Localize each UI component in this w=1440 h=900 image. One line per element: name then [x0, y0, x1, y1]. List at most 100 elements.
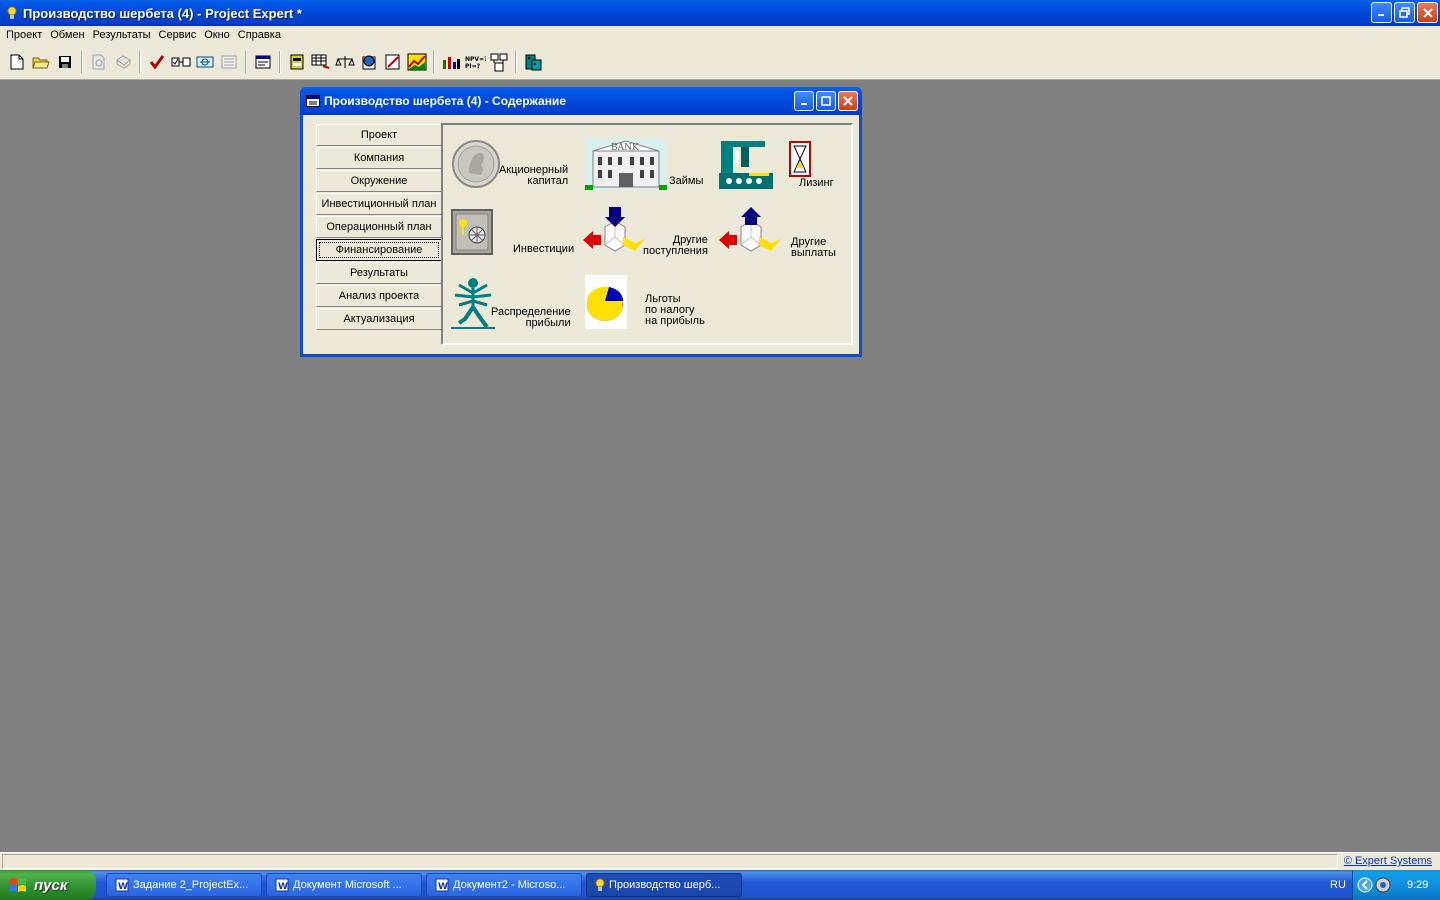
window-menu-icon[interactable]: [306, 95, 320, 107]
expert-systems-link[interactable]: © Expert Systems: [1344, 855, 1432, 867]
taskbar-task-4[interactable]: Производство шерб...: [586, 873, 742, 897]
status-bar: © Expert Systems: [0, 852, 1440, 870]
nav-actualization[interactable]: Актуализация: [316, 308, 442, 330]
menu-results[interactable]: Результаты: [89, 29, 155, 41]
nav-results[interactable]: Результаты: [316, 262, 442, 284]
loans-item[interactable]: BANK Займы: [585, 137, 703, 191]
inflow-arrows-icon: [583, 207, 647, 259]
svg-text:W: W: [118, 882, 128, 892]
investments-item[interactable]: Инвестиции: [451, 209, 574, 257]
cashflow-icon[interactable]: [310, 51, 332, 73]
financing-panel: Акционерный капитал BANK Займы Лизинг Ин…: [441, 123, 853, 345]
content-close-button[interactable]: [838, 91, 858, 111]
coin-icon: [451, 139, 501, 189]
menu-service[interactable]: Сервис: [155, 29, 201, 41]
section-nav: Проект Компания Окружение Инвестиционный…: [316, 124, 442, 331]
tray-expand-icon[interactable]: [1357, 877, 1373, 893]
table-icon[interactable]: [286, 51, 308, 73]
svg-text:PI=?: PI=?: [465, 63, 481, 70]
safe-icon: [451, 209, 495, 257]
svg-text:NPV=?: NPV=?: [465, 56, 486, 63]
taskbar-task-1-label: Задание 2_ProjectEx...: [133, 879, 249, 891]
svg-text:W: W: [278, 882, 288, 892]
other-income-item[interactable]: Другие поступления: [583, 207, 708, 259]
menu-exchange[interactable]: Обмен: [46, 29, 88, 41]
globe-doc-icon[interactable]: [358, 51, 380, 73]
restore-button[interactable]: [1394, 2, 1415, 23]
equity-item[interactable]: Акционерный капитал: [451, 139, 568, 189]
taskbar-task-2-label: Документ Microsoft ...: [293, 879, 402, 891]
lightbulb-icon: [5, 5, 19, 21]
language-indicator[interactable]: RU: [1330, 879, 1346, 891]
other-payments-label-2: выплаты: [791, 247, 836, 259]
window-icon[interactable]: [252, 51, 274, 73]
network-icon[interactable]: [1375, 877, 1391, 893]
calc-icon[interactable]: [194, 51, 216, 73]
nav-project[interactable]: Проект: [316, 124, 442, 146]
new-file-icon[interactable]: [6, 51, 28, 73]
start-button[interactable]: пуск: [0, 870, 96, 900]
app-titlebar[interactable]: Производство шербета (4) - Project Exper…: [0, 0, 1440, 26]
checklist-icon[interactable]: [170, 51, 192, 73]
profit-distribution-item[interactable]: Распределение прибыли: [451, 275, 571, 329]
content-window-titlebar[interactable]: Производство шербета (4) - Содержание: [300, 87, 862, 115]
taskbar-task-4-label: Производство шерб...: [609, 879, 721, 891]
nav-project-analysis[interactable]: Анализ проекта: [316, 285, 442, 307]
minimize-button[interactable]: [1371, 2, 1392, 23]
toolbar: NPV=? PI=?: [0, 44, 1440, 80]
nav-environment[interactable]: Окружение: [316, 170, 442, 192]
menu-project[interactable]: Проект: [2, 29, 46, 41]
bank-icon: BANK: [585, 137, 667, 191]
toolbar-separator: [279, 50, 281, 73]
document-icon[interactable]: [218, 51, 240, 73]
taskbar-task-1[interactable]: W Задание 2_ProjectEx...: [106, 873, 262, 897]
taskbar-task-2[interactable]: W Документ Microsoft ...: [266, 873, 422, 897]
windows-logo-icon: [8, 876, 28, 894]
taskbar-task-3-label: Документ2 - Microso...: [453, 879, 566, 891]
other-payments-item[interactable]: Другие выплаты: [719, 207, 836, 259]
balance-icon[interactable]: [334, 51, 356, 73]
npv-pi-icon[interactable]: NPV=? PI=?: [464, 51, 486, 73]
check-icon[interactable]: [146, 51, 168, 73]
status-pane: [2, 854, 1338, 869]
taskbar-task-3[interactable]: W Документ2 - Microso...: [426, 873, 582, 897]
tax-benefits-label-3: на прибыль: [645, 315, 705, 327]
tax-benefits-item[interactable]: Льготы по налогу на прибыль: [585, 275, 705, 329]
system-tray: 9:29: [1352, 870, 1440, 900]
toolbar-separator: [515, 50, 517, 73]
profit-distribution-label-2: прибыли: [525, 317, 571, 329]
print-preview-icon[interactable]: [88, 51, 110, 73]
building-icon[interactable]: [522, 51, 544, 73]
open-folder-icon[interactable]: [30, 51, 52, 73]
investments-label: Инвестиции: [513, 243, 575, 255]
chart-icon[interactable]: [406, 51, 428, 73]
nav-company[interactable]: Компания: [316, 147, 442, 169]
print-icon[interactable]: [112, 51, 134, 73]
content-maximize-button[interactable]: [816, 91, 836, 111]
nav-operational-plan[interactable]: Операционный план: [316, 216, 442, 238]
toolbar-separator: [433, 50, 435, 73]
shiva-icon: [451, 275, 495, 329]
structure-icon[interactable]: [488, 51, 510, 73]
nav-investment-plan[interactable]: Инвестиционный план: [316, 193, 442, 215]
close-button[interactable]: [1417, 2, 1438, 23]
start-label: пуск: [34, 876, 68, 894]
other-income-label-2: поступления: [643, 245, 708, 257]
content-window: Производство шербета (4) - Содержание Пр…: [300, 87, 862, 357]
bar-chart-icon[interactable]: [440, 51, 462, 73]
machine-icon: [719, 139, 779, 191]
content-minimize-button[interactable]: [794, 91, 814, 111]
equity-label-2: капитал: [527, 175, 569, 187]
outflow-arrows-icon: [719, 207, 783, 259]
app-title: Производство шербета (4) - Project Exper…: [23, 5, 302, 21]
save-icon[interactable]: [54, 51, 76, 73]
toolbar-separator: [245, 50, 247, 73]
nav-financing[interactable]: Финансирование: [316, 239, 442, 261]
leasing-item[interactable]: Лизинг: [719, 139, 834, 191]
menu-window[interactable]: Окно: [200, 29, 234, 41]
pie-chart-icon: [585, 275, 627, 329]
menu-help[interactable]: Справка: [234, 29, 285, 41]
report-icon[interactable]: [382, 51, 404, 73]
word-doc-icon: W: [435, 878, 449, 892]
clock[interactable]: 9:29: [1407, 879, 1428, 891]
